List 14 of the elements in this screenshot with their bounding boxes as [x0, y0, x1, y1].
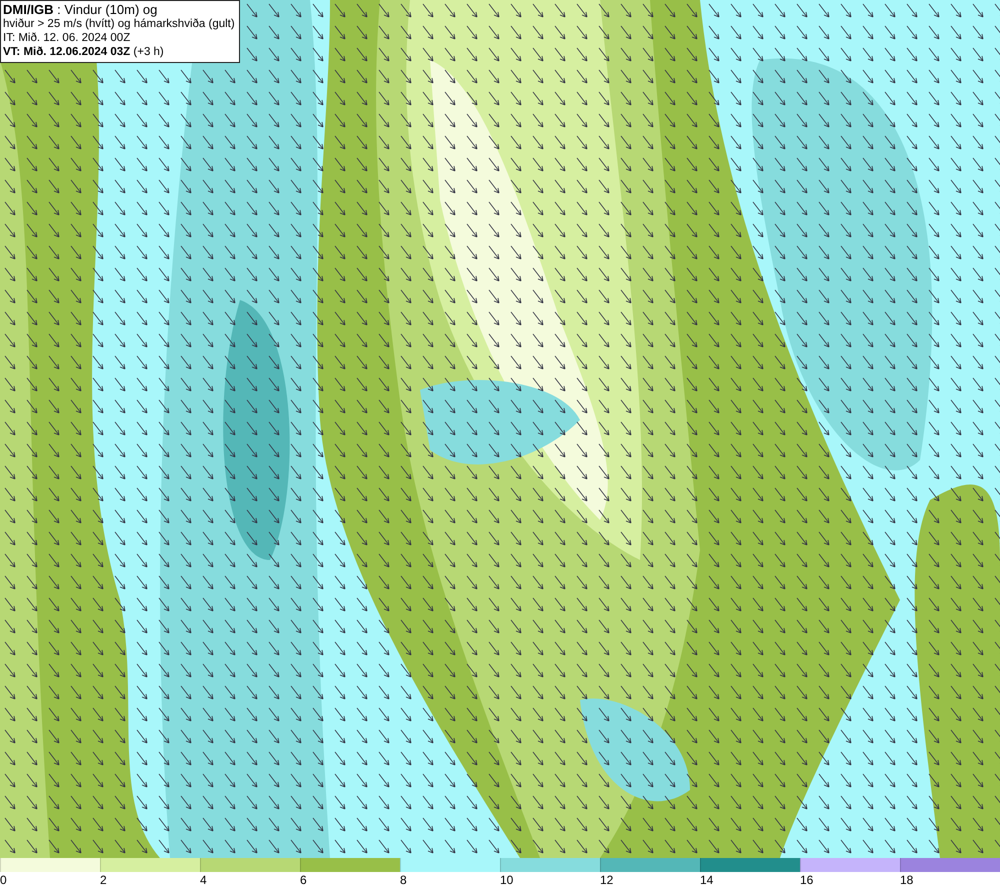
legend-label: 12 — [600, 873, 614, 887]
legend-label: 10 — [500, 873, 514, 887]
legend-label: 14 — [700, 873, 714, 887]
legend-label: 8 — [400, 873, 407, 887]
legend-label: 6 — [300, 873, 307, 887]
info-text: VT: Mið. 12.06.2024 03Z (+3 h) — [3, 45, 165, 59]
legend-label: 16 — [800, 873, 814, 887]
legend-label: 18 — [900, 873, 914, 887]
legend-label: 0 — [0, 873, 7, 887]
legend-label: 4 — [200, 873, 207, 887]
info-text: hviður > 25 m/s (hvítt) og hámarkshviða (gult) — [3, 17, 235, 31]
info-text: IT: Mið. 12. 06. 2024 00Z — [3, 31, 132, 45]
legend-label: 2 — [100, 873, 107, 887]
info-text: DMI/IGB : Vindur (10m) og — [3, 3, 158, 17]
